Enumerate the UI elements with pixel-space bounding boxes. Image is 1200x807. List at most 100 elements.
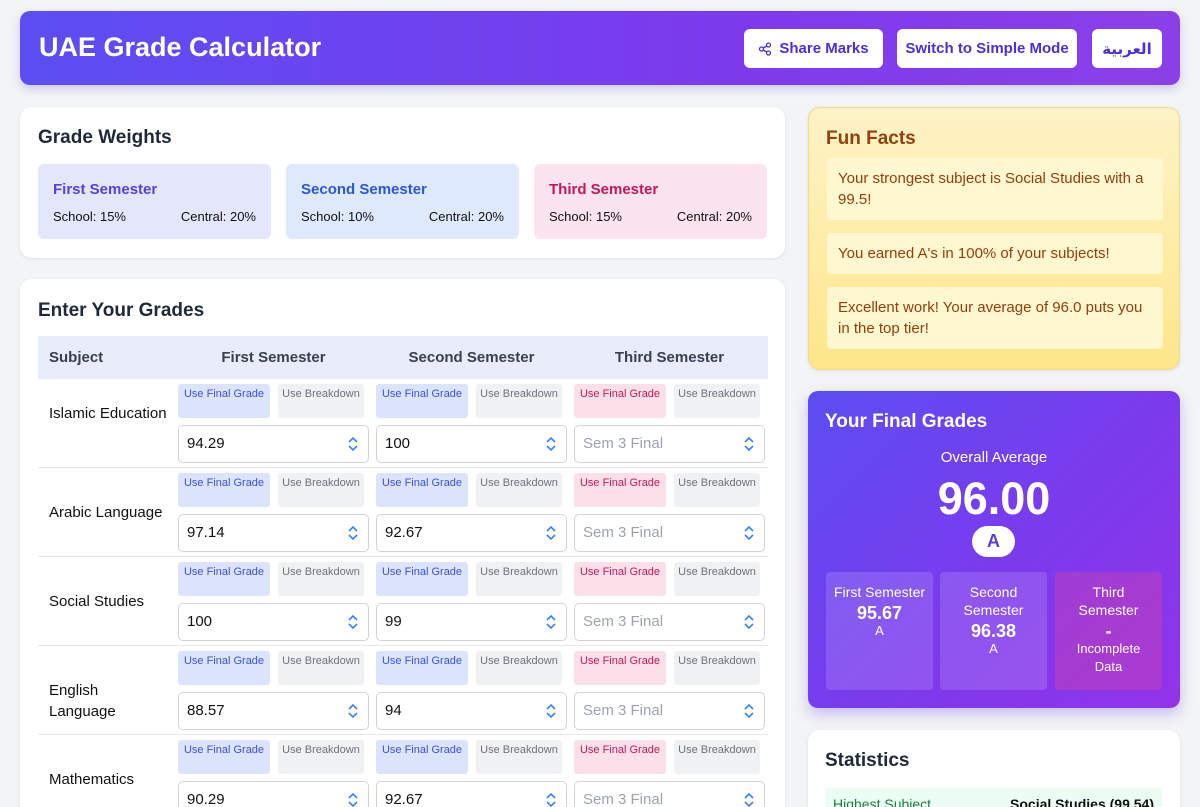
use-breakdown-toggle-first[interactable]: Use Breakdown — [278, 651, 364, 685]
grade-input-first[interactable]: 94.29 — [178, 425, 369, 463]
weight-box-third-semester: Third Semester School: 15% Central: 20% — [534, 164, 767, 239]
use-final-grade-toggle-second[interactable]: Use Final Grade — [376, 740, 468, 774]
spinner-arrows-icon[interactable] — [347, 436, 359, 452]
use-final-grade-toggle-first[interactable]: Use Final Grade — [178, 562, 270, 596]
semester-result-letter: A — [875, 623, 884, 638]
grade-input-second[interactable]: 92.67 — [376, 514, 567, 552]
weight-central: Central: 20% — [428, 209, 504, 224]
grade-input-value: 94 — [385, 702, 402, 719]
subject-name: Islamic Education — [49, 405, 167, 422]
grade-input-first[interactable]: 97.14 — [178, 514, 369, 552]
column-header-first-semester: First Semester — [221, 349, 326, 366]
grade-input-value: 92.67 — [385, 791, 423, 807]
share-icon — [759, 41, 772, 56]
grade-input-second[interactable]: 92.67 — [376, 781, 567, 807]
grade-input-third[interactable]: Sem 3 Final — [574, 425, 765, 463]
grade-row: Arabic Language Use Final Grade Use Breakd… — [38, 468, 768, 557]
use-breakdown-toggle-second[interactable]: Use Breakdown — [476, 562, 562, 596]
column-header-second-semester: Second Semester — [408, 349, 535, 366]
spinner-arrows-icon[interactable] — [545, 703, 557, 719]
spinner-arrows-icon[interactable] — [743, 792, 755, 807]
use-final-grade-toggle-second[interactable]: Use Final Grade — [376, 473, 468, 507]
spinner-arrows-icon[interactable] — [743, 525, 755, 541]
use-breakdown-toggle-second[interactable]: Use Breakdown — [476, 651, 562, 685]
grade-input-first[interactable]: 100 — [178, 603, 369, 641]
app-header: UAE Grade Calculator Share Marks Switch … — [20, 11, 1180, 85]
grade-weights-title: Grade Weights — [38, 127, 172, 148]
spinner-arrows-icon[interactable] — [347, 525, 359, 541]
highest-subject-value: Social Studies (99.54) — [1010, 796, 1154, 807]
overall-grade-badge: A — [972, 526, 1015, 557]
use-breakdown-toggle-third[interactable]: Use Breakdown — [674, 651, 760, 685]
spinner-arrows-icon[interactable] — [545, 436, 557, 452]
spinner-arrows-icon[interactable] — [545, 792, 557, 807]
grade-input-placeholder: Sem 3 Final — [583, 702, 664, 719]
subject-name: Social Studies — [49, 593, 145, 610]
weight-school: School: 10% — [301, 209, 374, 224]
use-breakdown-toggle-second[interactable]: Use Breakdown — [476, 473, 562, 507]
column-header-subject: Subject — [49, 349, 104, 366]
use-breakdown-toggle-first[interactable]: Use Breakdown — [278, 562, 364, 596]
grade-input-first[interactable]: 90.29 — [178, 781, 369, 807]
grade-input-value: 90.29 — [187, 791, 225, 807]
use-breakdown-toggle-third[interactable]: Use Breakdown — [674, 562, 760, 596]
spinner-arrows-icon[interactable] — [347, 792, 359, 807]
final-grades-title: Your Final Grades — [825, 411, 988, 432]
semester-result-name: Second Semester — [963, 584, 1024, 618]
grade-input-second[interactable]: 99 — [376, 603, 567, 641]
fun-fact-item: Excellent work! Your average of 96.0 put… — [827, 287, 1163, 349]
overall-average-label: Overall Average — [940, 449, 1048, 466]
semester-result-third: Third Semester - Incomplete Data — [1055, 572, 1162, 690]
use-final-grade-toggle-first[interactable]: Use Final Grade — [178, 473, 270, 507]
use-final-grade-toggle-third[interactable]: Use Final Grade — [574, 473, 666, 507]
grade-input-third[interactable]: Sem 3 Final — [574, 781, 765, 807]
spinner-arrows-icon[interactable] — [347, 703, 359, 719]
use-final-grade-toggle-second[interactable]: Use Final Grade — [376, 384, 468, 418]
spinner-arrows-icon[interactable] — [545, 525, 557, 541]
use-breakdown-toggle-second[interactable]: Use Breakdown — [476, 384, 562, 418]
share-marks-button[interactable]: Share Marks — [744, 29, 883, 68]
grade-row: Social Studies Use Final Grade Use Breakdo… — [38, 557, 768, 646]
weight-box-second-semester: Second Semester School: 10% Central: 20% — [286, 164, 519, 239]
use-breakdown-toggle-third[interactable]: Use Breakdown — [674, 473, 760, 507]
grade-input-third[interactable]: Sem 3 Final — [574, 692, 765, 730]
use-breakdown-toggle-second[interactable]: Use Breakdown — [476, 740, 562, 774]
use-final-grade-toggle-second[interactable]: Use Final Grade — [376, 651, 468, 685]
app-title: UAE Grade Calculator — [39, 32, 322, 62]
semester-result-letter: Incomplete Data — [1076, 641, 1141, 674]
use-final-grade-toggle-third[interactable]: Use Final Grade — [574, 740, 666, 774]
use-final-grade-toggle-first[interactable]: Use Final Grade — [178, 384, 270, 418]
use-final-grade-toggle-first[interactable]: Use Final Grade — [178, 740, 270, 774]
semester-result-name: Third Semester — [1078, 584, 1139, 618]
grade-row: Islamic Education Use Final Grade Use Brea… — [38, 379, 768, 468]
grade-input-third[interactable]: Sem 3 Final — [574, 603, 765, 641]
use-final-grade-toggle-third[interactable]: Use Final Grade — [574, 562, 666, 596]
use-breakdown-toggle-third[interactable]: Use Breakdown — [674, 384, 760, 418]
semester-result-letter: A — [989, 641, 998, 656]
grade-input-third[interactable]: Sem 3 Final — [574, 514, 765, 552]
spinner-arrows-icon[interactable] — [743, 703, 755, 719]
weight-central: Central: 20% — [180, 209, 256, 224]
semester-result-first: First Semester 95.67 A — [826, 572, 933, 690]
grade-input-first[interactable]: 88.57 — [178, 692, 369, 730]
use-final-grade-toggle-third[interactable]: Use Final Grade — [574, 384, 666, 418]
switch-mode-button[interactable]: Switch to Simple Mode — [897, 29, 1077, 68]
use-final-grade-toggle-second[interactable]: Use Final Grade — [376, 562, 468, 596]
use-final-grade-toggle-third[interactable]: Use Final Grade — [574, 651, 666, 685]
column-header-third-semester: Third Semester — [614, 349, 725, 366]
spinner-arrows-icon[interactable] — [545, 614, 557, 630]
spinner-arrows-icon[interactable] — [347, 614, 359, 630]
use-breakdown-toggle-third[interactable]: Use Breakdown — [674, 740, 760, 774]
use-breakdown-toggle-first[interactable]: Use Breakdown — [278, 740, 364, 774]
use-breakdown-toggle-first[interactable]: Use Breakdown — [278, 384, 364, 418]
use-final-grade-toggle-first[interactable]: Use Final Grade — [178, 651, 270, 685]
grade-input-second[interactable]: 94 — [376, 692, 567, 730]
subject-name: Mathematics — [49, 771, 135, 788]
fun-facts-card: Fun Facts Your strongest subject is Soci… — [808, 107, 1180, 370]
spinner-arrows-icon[interactable] — [743, 614, 755, 630]
grade-input-second[interactable]: 100 — [376, 425, 567, 463]
spinner-arrows-icon[interactable] — [743, 436, 755, 452]
semester-result-value: - — [1105, 621, 1112, 641]
language-button[interactable]: العربية — [1092, 29, 1162, 68]
use-breakdown-toggle-first[interactable]: Use Breakdown — [278, 473, 364, 507]
